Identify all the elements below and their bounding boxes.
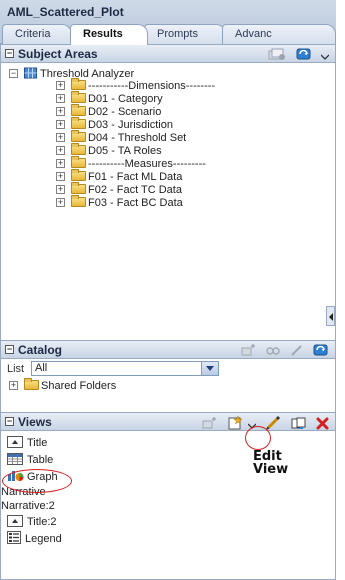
catalog-item[interactable]: + Shared Folders bbox=[9, 378, 117, 393]
folder-icon bbox=[71, 104, 86, 116]
title-view-icon bbox=[7, 436, 23, 448]
folder-icon bbox=[71, 156, 86, 168]
annotation-view: View bbox=[253, 462, 289, 477]
duplicate-view-icon[interactable] bbox=[291, 417, 307, 433]
table-view-icon bbox=[7, 453, 23, 465]
chevron-down-icon[interactable] bbox=[201, 362, 218, 375]
folder-icon bbox=[71, 182, 86, 194]
folder-icon bbox=[71, 130, 86, 142]
list-filter-value: All bbox=[35, 362, 48, 374]
view-item-narrative-2[interactable]: Narrative:2 bbox=[1, 498, 55, 514]
tab-advanced[interactable]: Advanc bbox=[222, 24, 336, 44]
add-subject-area-icon[interactable] bbox=[268, 48, 286, 64]
add-view-icon[interactable] bbox=[202, 416, 218, 433]
catalog-item-label: Shared Folders bbox=[41, 380, 117, 392]
expand-icon[interactable]: + bbox=[56, 94, 65, 103]
delete-view-icon[interactable] bbox=[316, 417, 329, 433]
new-view-icon[interactable] bbox=[228, 415, 244, 433]
expand-icon[interactable]: + bbox=[56, 185, 65, 194]
expand-icon[interactable]: + bbox=[56, 81, 65, 90]
folder-icon bbox=[71, 91, 86, 103]
tree-item-label: D05 - TA Roles bbox=[88, 145, 162, 157]
views-header: − Views bbox=[1, 412, 335, 431]
view-item-label: Narrative:2 bbox=[1, 500, 55, 512]
tree-item-label: -----------Dimensions-------- bbox=[88, 80, 216, 92]
tree-root-label: Threshold Analyzer bbox=[40, 68, 135, 80]
add-to-catalog-icon[interactable] bbox=[241, 343, 257, 360]
collapse-node-icon[interactable]: − bbox=[9, 69, 18, 78]
subject-areas-title: Subject Areas bbox=[18, 47, 98, 61]
folder-icon bbox=[71, 143, 86, 155]
folder-icon bbox=[71, 169, 86, 181]
expand-icon[interactable]: + bbox=[56, 159, 65, 168]
tab-results[interactable]: Results bbox=[70, 24, 148, 45]
chevron-down-icon[interactable] bbox=[320, 49, 330, 63]
collapse-panel-handle[interactable] bbox=[326, 306, 335, 326]
views-pane: − Views Title Table Graph Narrative Narr… bbox=[0, 410, 336, 580]
title-view-icon bbox=[7, 515, 23, 527]
tree-item-label: D01 - Category bbox=[88, 93, 163, 105]
view-item-label: Legend bbox=[25, 533, 62, 545]
subject-areas-header: − Subject Areas bbox=[1, 44, 335, 63]
report-title: AML_Scattered_Plot bbox=[7, 5, 124, 19]
tree-item-label: F03 - Fact BC Data bbox=[88, 197, 183, 209]
folder-icon bbox=[71, 195, 86, 207]
catalog-pane: − Catalog List All + Shared Folders bbox=[0, 340, 336, 410]
view-item-title-2[interactable]: Title:2 bbox=[7, 514, 57, 530]
expand-icon[interactable]: + bbox=[56, 133, 65, 142]
folder-icon bbox=[71, 117, 86, 129]
tree-item-label: D04 - Threshold Set bbox=[88, 132, 187, 144]
subject-areas-pane: − Subject Areas − Threshold Analyzer + ---… bbox=[0, 44, 336, 340]
tab-strip: Criteria Results Prompts Advanc bbox=[2, 24, 336, 45]
list-filter-select[interactable]: All bbox=[31, 361, 219, 376]
collapse-icon[interactable]: − bbox=[5, 49, 14, 58]
edit-view-highlight-ellipse bbox=[245, 426, 271, 450]
views-title: Views bbox=[18, 415, 52, 429]
tree-item[interactable]: + F03 - Fact BC Data bbox=[56, 195, 183, 210]
subject-area-icon bbox=[24, 67, 37, 79]
expand-icon[interactable]: + bbox=[56, 198, 65, 207]
tree-item-label: D03 - Jurisdiction bbox=[88, 119, 173, 131]
collapse-icon[interactable]: − bbox=[5, 345, 14, 354]
tree-item-label: F01 - Fact ML Data bbox=[88, 171, 183, 183]
tab-prompts[interactable]: Prompts bbox=[144, 24, 226, 44]
expand-icon[interactable]: + bbox=[56, 172, 65, 181]
tree-item[interactable]: + -----------Dimensions-------- bbox=[56, 78, 216, 93]
legend-view-icon bbox=[7, 531, 21, 544]
link-icon[interactable] bbox=[266, 345, 281, 359]
expand-icon[interactable]: + bbox=[56, 120, 65, 129]
collapse-icon[interactable]: − bbox=[5, 417, 14, 426]
tree-item-label: F02 - Fact TC Data bbox=[88, 184, 182, 196]
list-label: List bbox=[7, 363, 25, 375]
view-item-legend[interactable]: Legend bbox=[7, 531, 62, 547]
edit-icon[interactable] bbox=[290, 344, 304, 359]
folder-icon bbox=[24, 378, 39, 390]
folder-icon bbox=[71, 78, 86, 90]
catalog-title: Catalog bbox=[18, 343, 63, 357]
refresh-icon[interactable] bbox=[313, 343, 329, 360]
report-header: AML_Scattered_Plot Criteria Results Prom… bbox=[0, 0, 336, 45]
view-item-label: Title:2 bbox=[27, 516, 57, 528]
view-item-title[interactable]: Title bbox=[7, 435, 47, 451]
graph-highlight-ellipse bbox=[2, 469, 72, 493]
view-item-label: Title bbox=[27, 437, 48, 449]
view-item-table[interactable]: Table bbox=[7, 452, 53, 468]
catalog-header: − Catalog bbox=[1, 340, 335, 359]
expand-icon[interactable]: + bbox=[56, 146, 65, 155]
tab-criteria[interactable]: Criteria bbox=[2, 24, 72, 44]
tree-item-label: ----------Measures--------- bbox=[88, 158, 206, 170]
expand-icon[interactable]: + bbox=[9, 381, 18, 390]
view-item-label: Table bbox=[27, 454, 54, 466]
tree-item-label: D02 - Scenario bbox=[88, 106, 162, 118]
refresh-icon[interactable] bbox=[296, 47, 312, 64]
expand-icon[interactable]: + bbox=[56, 107, 65, 116]
